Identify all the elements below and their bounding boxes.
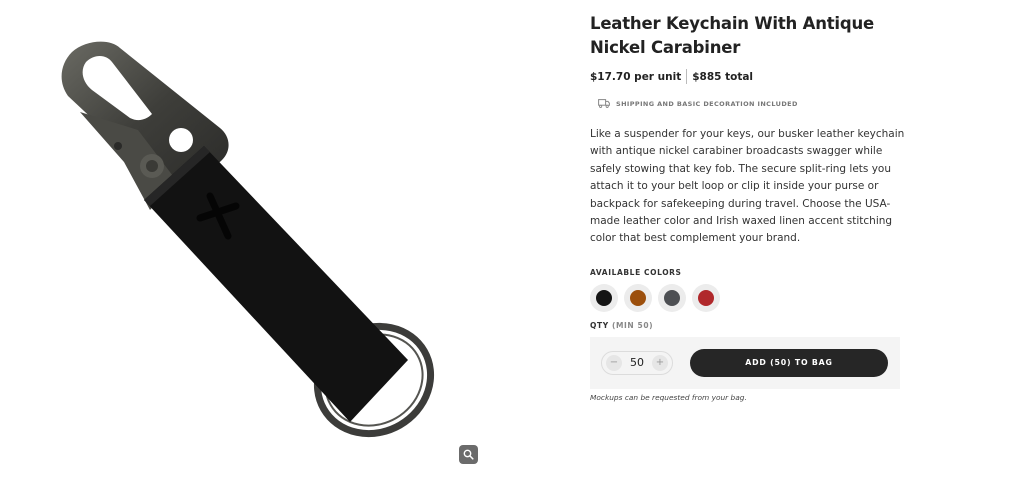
qty-label-text: QTY bbox=[590, 320, 609, 330]
zoom-button[interactable] bbox=[459, 445, 478, 464]
total-price: $885 total bbox=[692, 70, 754, 83]
qty-label: QTY (MIN 50) bbox=[590, 321, 910, 330]
swatch-dot bbox=[596, 289, 612, 306]
qty-min-text: (MIN 50) bbox=[611, 320, 654, 330]
quantity-value[interactable]: 50 bbox=[630, 356, 644, 369]
add-to-bag-button[interactable]: ADD (50) TO BAG bbox=[690, 348, 888, 377]
magnifier-icon bbox=[463, 449, 474, 460]
shipping-note: SHIPPING AND BASIC DECORATION INCLUDED bbox=[598, 99, 910, 108]
color-swatch-red[interactable] bbox=[692, 283, 720, 312]
product-title: Leather Keychain With Antique Nickel Car… bbox=[590, 14, 875, 57]
product-info: Leather Keychain With Antique Nickel Car… bbox=[590, 12, 910, 402]
unit-price: $17.70 per unit bbox=[590, 70, 682, 83]
swatch-dot bbox=[630, 289, 646, 306]
swatch-dot bbox=[698, 289, 714, 306]
product-description: Like a suspender for your keys, our busk… bbox=[590, 128, 905, 245]
decrement-button[interactable]: − bbox=[606, 354, 622, 371]
color-swatches bbox=[590, 283, 910, 312]
truck-icon bbox=[598, 99, 610, 108]
quantity-stepper: − 50 + bbox=[601, 350, 673, 375]
shipping-text: SHIPPING AND BASIC DECORATION INCLUDED bbox=[616, 99, 798, 108]
product-image bbox=[61, 41, 435, 438]
colors-label: AVAILABLE COLORS bbox=[590, 267, 682, 277]
swatch-dot bbox=[664, 289, 680, 306]
color-swatch-black[interactable] bbox=[590, 283, 618, 312]
color-swatch-gray[interactable] bbox=[658, 283, 686, 312]
color-swatch-brown[interactable] bbox=[624, 283, 652, 312]
mockup-note: Mockups can be requested from your bag. bbox=[590, 392, 747, 402]
purchase-box: − 50 + ADD (50) TO BAG bbox=[590, 336, 900, 389]
price-row: $17.70 per unit $885 total bbox=[590, 69, 910, 84]
price-divider bbox=[686, 69, 688, 84]
increment-button[interactable]: + bbox=[652, 354, 668, 371]
